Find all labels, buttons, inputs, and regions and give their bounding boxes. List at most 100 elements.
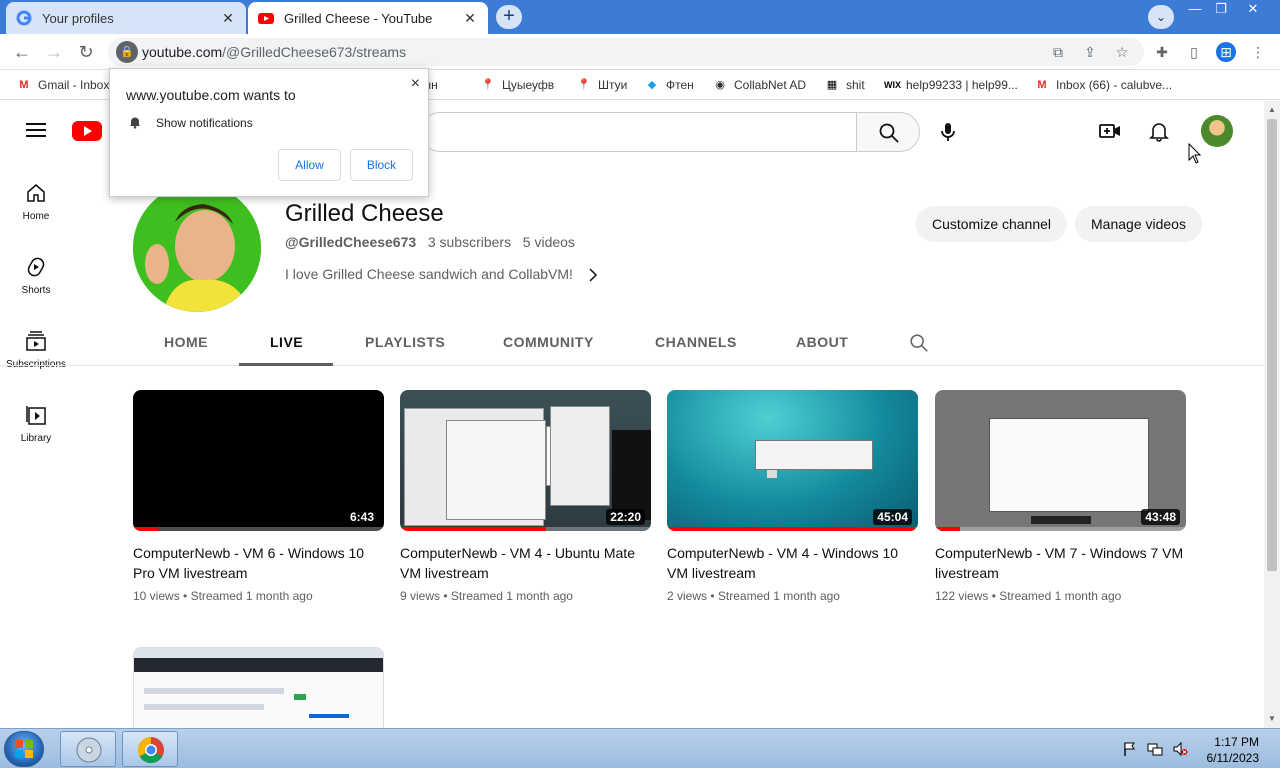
video-title[interactable]: ComputerNewb - VM 7 - Windows 7 VM lives… <box>935 543 1186 583</box>
mouse-cursor-icon <box>1188 143 1202 164</box>
lock-icon[interactable]: 🔒 <box>116 41 138 63</box>
share-icon[interactable]: ⇪ <box>1080 42 1100 62</box>
tab-live[interactable]: LIVE <box>270 334 303 350</box>
url-host: youtube.com <box>142 44 223 60</box>
sidebar-item-shorts[interactable]: Shorts <box>0 255 72 296</box>
reload-icon[interactable]: ↻ <box>74 40 98 64</box>
sidebar-item-home[interactable]: Home <box>0 181 72 222</box>
bookmark-ften[interactable]: ◆ Фтен <box>644 76 694 94</box>
address-bar[interactable]: 🔒 youtube.com/@GrilledCheese673/streams <box>108 38 1144 66</box>
back-arrow-icon[interactable]: ← <box>10 40 34 64</box>
shorts-icon <box>27 257 45 277</box>
active-tab-indicator <box>239 363 333 366</box>
bookmark-inbox-calubve[interactable]: M Inbox (66) - calubve... <box>1034 76 1172 94</box>
allow-button[interactable]: Allow <box>278 149 341 181</box>
video-title[interactable]: ComputerNewb - VM 4 - Ubuntu Mate VM liv… <box>400 543 651 583</box>
video-card[interactable]: 22:20 ComputerNewb - VM 4 - Ubuntu Mate … <box>400 390 651 603</box>
search-button[interactable] <box>856 112 920 152</box>
profile-icon[interactable]: ⊞ <box>1216 42 1236 62</box>
new-tab-button[interactable]: + <box>496 5 522 29</box>
video-card[interactable] <box>133 647 384 728</box>
create-video-icon[interactable] <box>1098 119 1122 143</box>
bookmark-star-icon[interactable]: ☆ <box>1112 42 1132 62</box>
sidebar-item-label: Home <box>22 211 50 222</box>
bookmark-shit[interactable]: ▦ shit <box>824 76 865 94</box>
taskbar-chrome[interactable] <box>122 731 178 767</box>
tab-title: Grilled Cheese - YouTube <box>284 10 433 26</box>
tab-grilled-cheese-youtube[interactable]: Grilled Cheese - YouTube ✕ <box>248 2 488 34</box>
scrollbar-thumb[interactable] <box>1267 119 1277 571</box>
globe-icon: ◉ <box>715 79 725 91</box>
bookmark-collabnet-ad[interactable]: ◉ CollabNet AD <box>712 76 806 94</box>
video-card[interactable]: 45:04 ComputerNewb - VM 4 - Windows 10 V… <box>667 390 918 603</box>
streamed-time: Streamed 1 month ago <box>717 589 840 603</box>
progress-track <box>935 527 1186 531</box>
video-title[interactable]: ComputerNewb - VM 6 - Windows 10 Pro VM … <box>133 543 384 583</box>
channel-avatar-image <box>133 184 261 312</box>
video-card[interactable]: 6:43 ComputerNewb - VM 6 - Windows 10 Pr… <box>133 390 384 603</box>
customize-channel-button[interactable]: Customize channel <box>916 206 1067 242</box>
streamed-time: Streamed 1 month ago <box>999 589 1122 603</box>
bookmark-label: Штуи <box>598 78 628 92</box>
youtube-logo[interactable] <box>72 121 102 141</box>
streamed-time: Streamed 1 month ago <box>190 589 313 603</box>
clock-date[interactable]: 6/11/2023 <box>1199 751 1260 765</box>
side-panel-icon[interactable]: ▯ <box>1184 42 1204 62</box>
block-button[interactable]: Block <box>350 149 413 181</box>
close-icon[interactable]: × <box>411 75 420 93</box>
channel-description[interactable]: I love Grilled Cheese sandwich and Colla… <box>285 266 601 283</box>
network-icon[interactable] <box>1147 741 1163 757</box>
open-in-app-icon[interactable]: ⧉ <box>1048 42 1068 62</box>
channel-avatar[interactable] <box>133 184 261 312</box>
tab-community[interactable]: COMMUNITY <box>503 334 594 350</box>
bookmark-gmail-inbox[interactable]: M Gmail - Inbox <box>16 76 109 94</box>
close-icon[interactable]: ✕ <box>462 10 478 27</box>
microphone-icon[interactable] <box>936 120 960 144</box>
video-thumbnail[interactable]: 43:48 <box>935 390 1186 531</box>
taskbar-media-player[interactable] <box>60 731 116 767</box>
map-pin-icon: 📍 <box>577 79 591 91</box>
tab-playlists[interactable]: PLAYLISTS <box>365 334 445 350</box>
bookmark-label: Фтен <box>666 78 694 92</box>
page-scrollbar[interactable]: ▲ ▼ <box>1264 101 1280 728</box>
menu-kebab-icon[interactable]: ⋮ <box>1248 42 1268 62</box>
scroll-down-arrow-icon[interactable]: ▼ <box>1264 712 1280 726</box>
search-icon[interactable] <box>908 332 930 354</box>
watch-progress <box>935 527 961 531</box>
window-close-button[interactable]: ✕ <box>1238 0 1268 20</box>
account-avatar[interactable] <box>1201 115 1233 147</box>
notifications-bell-icon[interactable] <box>1147 119 1171 143</box>
channel-handle[interactable]: @GrilledCheese673 <box>285 234 416 250</box>
forward-arrow-icon[interactable]: → <box>42 40 66 64</box>
flag-icon[interactable] <box>1122 741 1138 757</box>
video-thumbnail[interactable]: 6:43 <box>133 390 384 531</box>
map-pin-icon: 📍 <box>481 79 495 91</box>
clock-time[interactable]: 1:17 PM <box>1199 735 1259 749</box>
search-input[interactable] <box>420 112 856 152</box>
tab-home[interactable]: HOME <box>164 334 208 350</box>
video-thumbnail[interactable]: 22:20 <box>400 390 651 531</box>
bookmark-tsuyeufv[interactable]: 📍 Цуыеуфв <box>480 76 554 94</box>
scroll-up-arrow-icon[interactable]: ▲ <box>1264 103 1280 117</box>
tab-channels[interactable]: CHANNELS <box>655 334 737 350</box>
video-meta: 9 views • Streamed 1 month ago <box>400 589 573 603</box>
hamburger-menu-icon[interactable] <box>26 123 46 137</box>
restore-button[interactable]: ❐ <box>1206 0 1236 20</box>
video-title[interactable]: ComputerNewb - VM 4 - Windows 10 VM live… <box>667 543 918 583</box>
manage-videos-button[interactable]: Manage videos <box>1075 206 1202 242</box>
extensions-icon[interactable]: ✚ <box>1152 42 1172 62</box>
video-thumbnail[interactable]: 45:04 <box>667 390 918 531</box>
volume-muted-icon[interactable] <box>1172 741 1188 757</box>
video-card[interactable]: 43:48 ComputerNewb - VM 7 - Windows 7 VM… <box>935 390 1186 603</box>
close-icon[interactable]: ✕ <box>220 10 236 27</box>
tab-about[interactable]: ABOUT <box>796 334 848 350</box>
tab-search-button[interactable]: ⌄ <box>1148 5 1174 29</box>
disc-icon <box>76 737 102 763</box>
video-meta: 122 views • Streamed 1 month ago <box>935 589 1122 603</box>
bookmark-help99233[interactable]: WIX help99233 | help99... <box>884 76 1018 94</box>
video-thumbnail[interactable] <box>133 647 384 728</box>
start-button[interactable] <box>4 731 44 767</box>
sidebar-item-library[interactable]: Library <box>0 403 72 444</box>
tab-your-profiles[interactable]: Your profiles ✕ <box>6 2 246 34</box>
bookmark-shtui[interactable]: 📍 Штуи <box>576 76 627 94</box>
